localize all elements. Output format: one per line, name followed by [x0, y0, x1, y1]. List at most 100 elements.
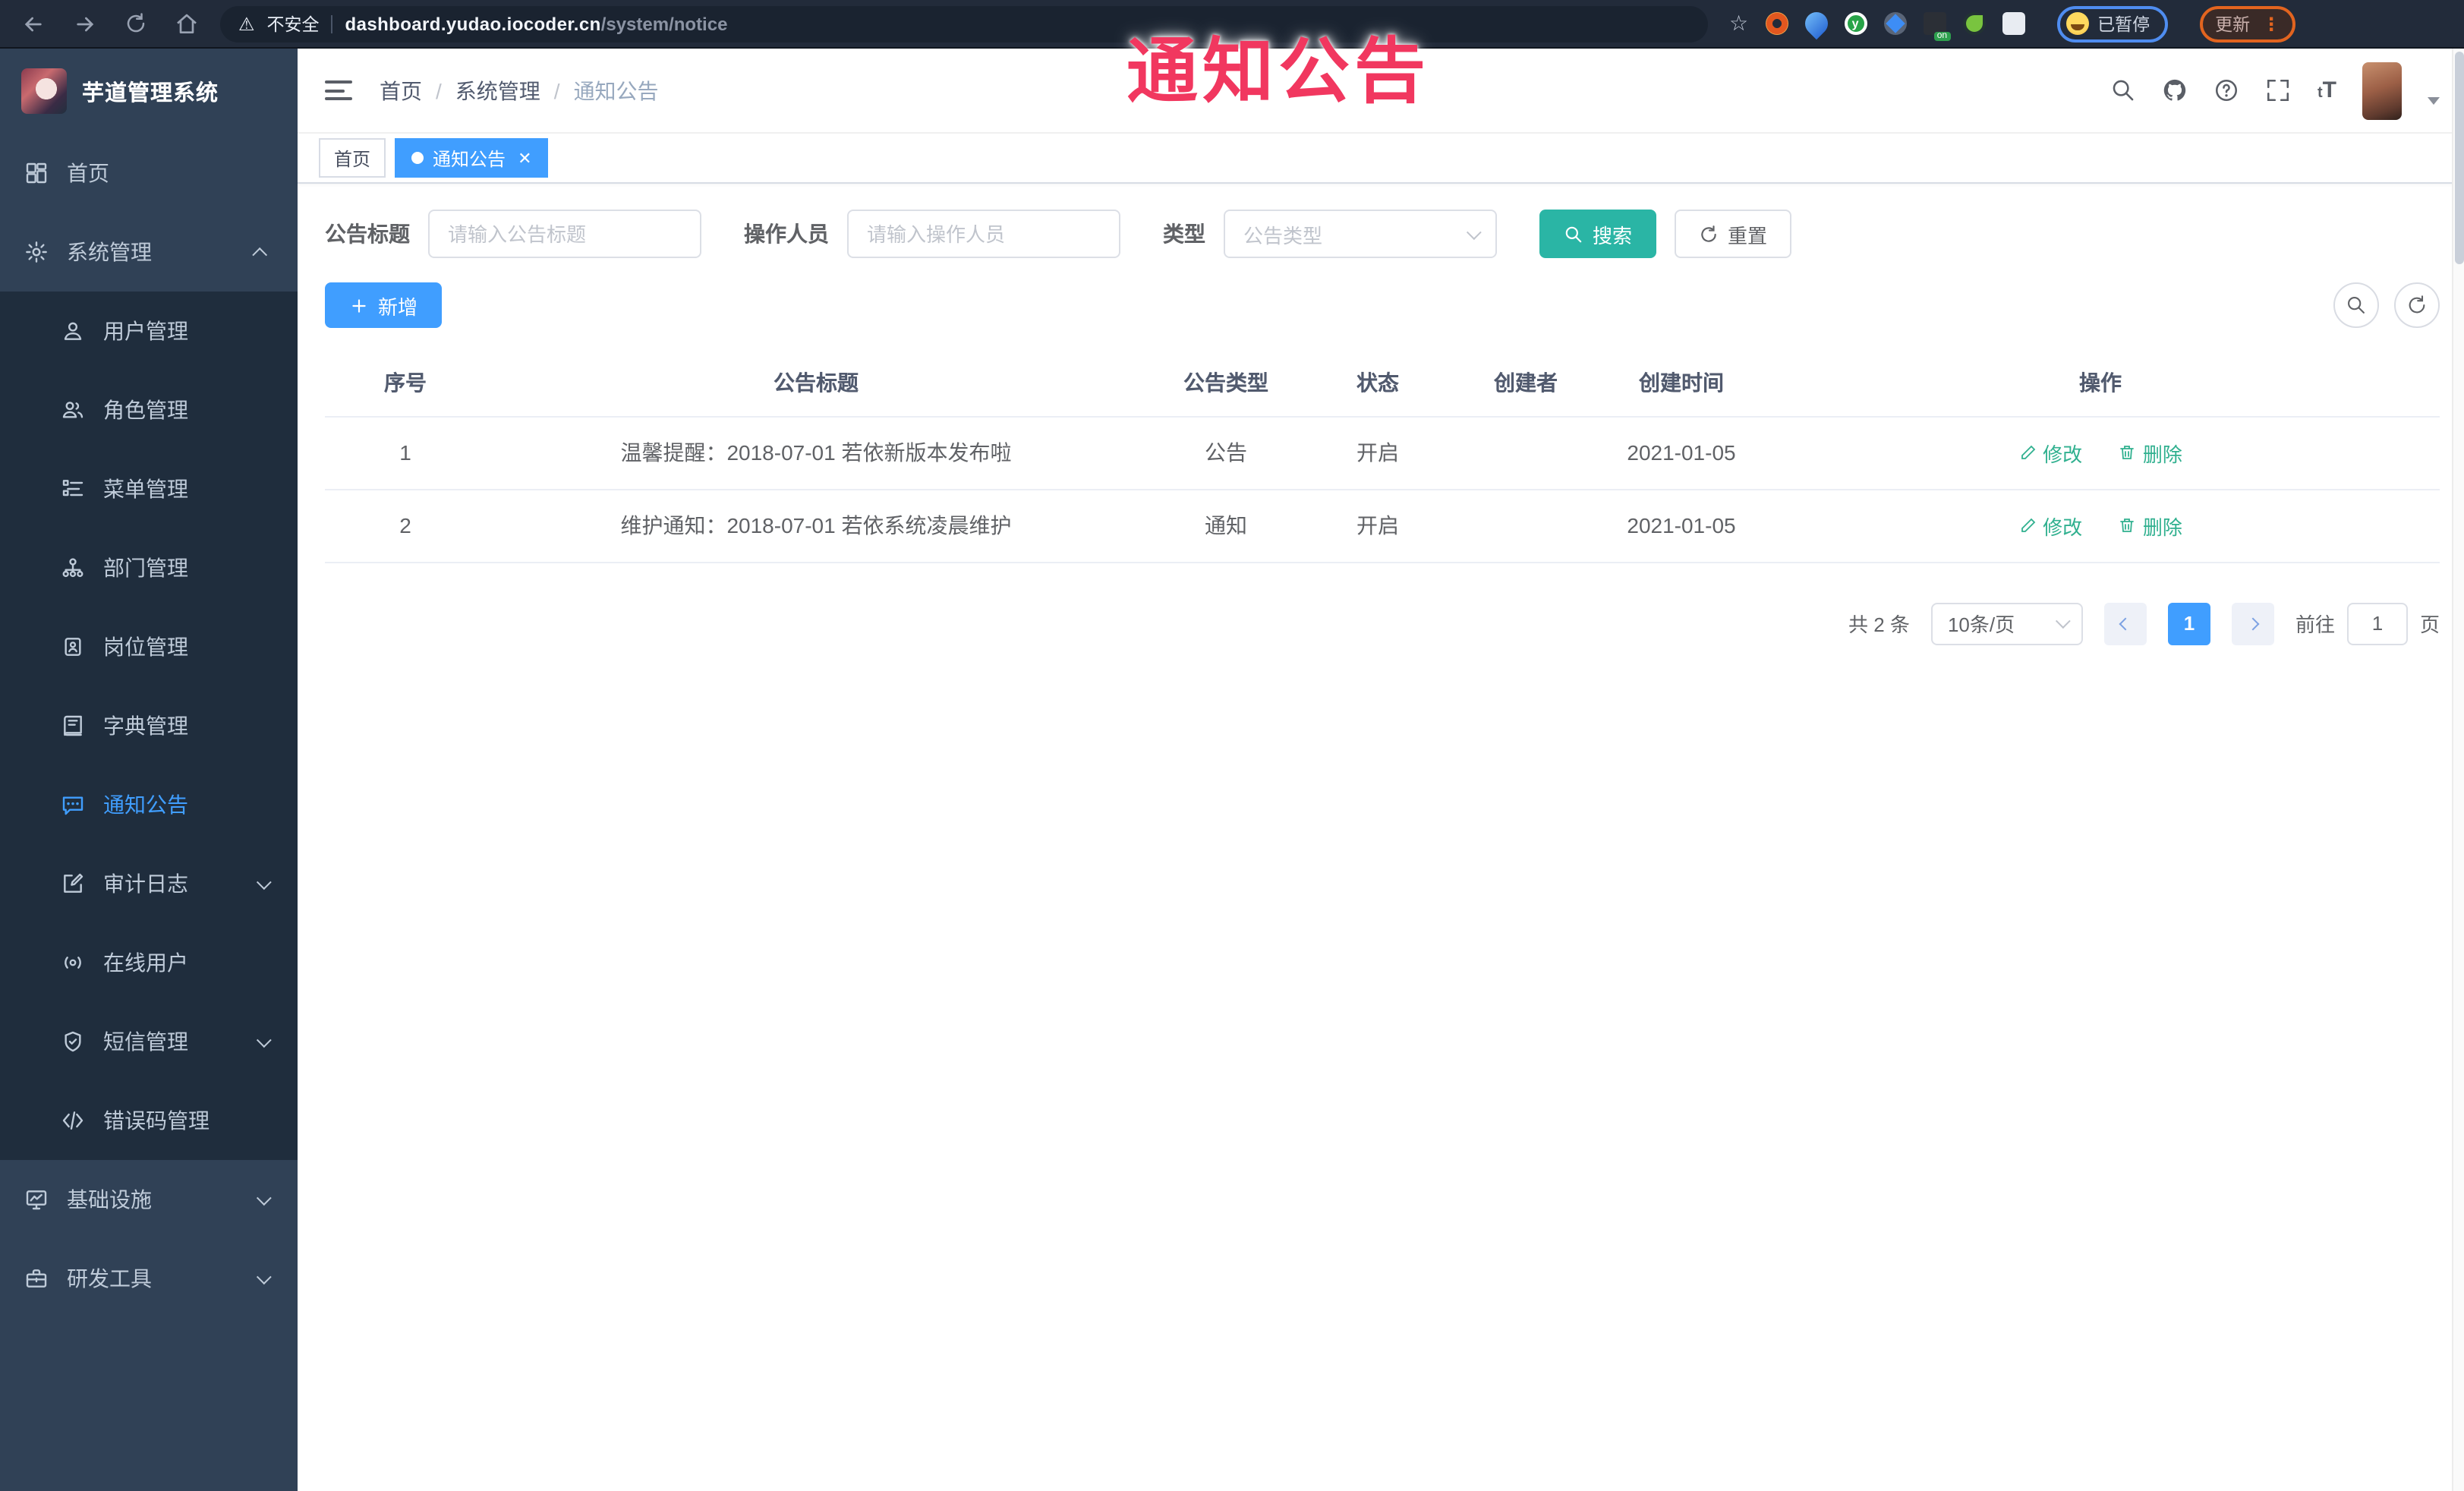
breadcrumb-current: 通知公告	[573, 78, 659, 102]
close-icon[interactable]: ✕	[518, 148, 531, 168]
sidebar-item-system[interactable]: 系统管理	[0, 213, 298, 292]
add-button[interactable]: 新增	[325, 282, 443, 328]
sidebar-toggle-icon[interactable]	[325, 80, 352, 100]
forward-icon[interactable]	[73, 11, 97, 36]
sidebar-item-departments[interactable]: 部门管理	[0, 528, 298, 607]
sidebar-item-label: 角色管理	[103, 398, 188, 422]
extension-blue-pin-icon[interactable]	[1799, 7, 1832, 40]
url-path[interactable]: /system/notice	[601, 13, 728, 34]
refresh-button[interactable]	[2394, 282, 2440, 328]
org-tree-icon	[61, 556, 85, 580]
table-toolbar: 新增	[325, 282, 2440, 328]
col-create-time: 创建时间	[1602, 349, 1761, 417]
app-logo-row[interactable]: 芋道管理系统	[0, 49, 298, 134]
tags-view-bar: 首页 通知公告 ✕	[298, 134, 2464, 184]
toggle-search-button[interactable]	[2333, 282, 2379, 328]
screen: ⚠ 不安全 dashboard.yudao.iocoder.cn/system/…	[0, 0, 2464, 1491]
sidebar-item-label: 通知公告	[103, 793, 188, 817]
warning-triangle-icon[interactable]: ⚠	[238, 13, 255, 34]
delete-link[interactable]: 删除	[2119, 438, 2182, 467]
sidebar-item-users[interactable]: 用户管理	[0, 292, 298, 370]
github-icon[interactable]	[2163, 77, 2188, 103]
sidebar-item-label: 岗位管理	[103, 635, 188, 659]
sidebar-item-label: 首页	[67, 161, 109, 185]
page-size-select[interactable]: 10条/页	[1930, 602, 2083, 645]
sidebar-item-home[interactable]: 首页	[0, 134, 298, 213]
tab-notice[interactable]: 通知公告 ✕	[395, 138, 549, 178]
book-icon	[61, 714, 85, 738]
caret-down-icon[interactable]	[2428, 97, 2440, 105]
sidebar-item-posts[interactable]: 岗位管理	[0, 607, 298, 686]
table-row[interactable]: 2 维护通知：2018-07-01 若依系统凌晨维护 通知 开启 2021-01…	[325, 489, 2440, 563]
current-page[interactable]: 1	[2167, 602, 2210, 645]
sidebar-item-notice[interactable]: 通知公告	[0, 765, 298, 844]
browser-profile[interactable]: 已暂停	[2056, 5, 2169, 42]
navbar-actions: tT	[2111, 61, 2440, 119]
sidebar-item-online-users[interactable]: 在线用户	[0, 923, 298, 1002]
extensions-puzzle-icon[interactable]	[2002, 12, 2025, 35]
security-label[interactable]: 不安全	[267, 11, 320, 36]
breadcrumb-home[interactable]: 首页	[380, 75, 422, 106]
sidebar: 芋道管理系统 首页 系统管理 用户管理 角色管理 菜单管理 部门管理 岗位管理 …	[0, 49, 298, 1491]
notice-type-select[interactable]: 公告类型	[1224, 210, 1497, 258]
address-bar[interactable]: ⚠ 不安全 dashboard.yudao.iocoder.cn/system/…	[220, 5, 1708, 42]
reset-button[interactable]: 重置	[1675, 210, 1792, 258]
update-label: 更新	[2215, 16, 2251, 34]
page-suffix: 页	[2419, 613, 2440, 636]
user-icon	[61, 319, 85, 343]
search-icon[interactable]	[2111, 77, 2137, 103]
profile-emoji-icon	[2065, 12, 2089, 35]
sidebar-item-sms[interactable]: 短信管理	[0, 1002, 298, 1081]
scrollbar-thumb[interactable]	[2455, 52, 2464, 264]
cell-no: 2	[325, 489, 486, 563]
sidebar-item-menus[interactable]: 菜单管理	[0, 449, 298, 528]
browser-update-button[interactable]: 更新 ⋮	[2200, 5, 2296, 42]
edit-link[interactable]: 修改	[2018, 438, 2082, 467]
browser-bar: ⚠ 不安全 dashboard.yudao.iocoder.cn/system/…	[0, 0, 2464, 49]
font-size-icon[interactable]: tT	[2317, 77, 2336, 103]
home-icon[interactable]	[175, 11, 199, 36]
divider	[331, 14, 333, 33]
extension-green-y-icon[interactable]: y	[1844, 12, 1867, 35]
user-avatar[interactable]	[2362, 61, 2402, 119]
goto-page-input[interactable]	[2346, 602, 2408, 645]
fullscreen-icon[interactable]	[2266, 77, 2292, 103]
tab-home[interactable]: 首页	[319, 138, 386, 178]
cell-creator	[1450, 416, 1602, 490]
sidebar-item-roles[interactable]: 角色管理	[0, 370, 298, 449]
operator-input[interactable]	[847, 210, 1120, 258]
chevron-down-icon	[256, 1190, 272, 1206]
extension-on-badge-icon[interactable]	[1923, 12, 1951, 41]
sidebar-item-error-codes[interactable]: 错误码管理	[0, 1081, 298, 1160]
sidebar-item-dict[interactable]: 字典管理	[0, 686, 298, 765]
sidebar-item-label: 短信管理	[103, 1029, 188, 1054]
url-host[interactable]: dashboard.yudao.iocoder.cn	[345, 13, 601, 34]
prev-page-button[interactable]	[2103, 602, 2147, 645]
help-icon[interactable]	[2214, 77, 2240, 103]
page-scrollbar[interactable]	[2452, 49, 2464, 1491]
next-page-button[interactable]	[2231, 602, 2274, 645]
search-button[interactable]: 搜索	[1539, 210, 1657, 258]
extension-blue-diamond-icon[interactable]	[1883, 12, 1907, 35]
sidebar-item-devtools[interactable]: 研发工具	[0, 1239, 298, 1318]
app-title: 芋道管理系统	[82, 81, 219, 106]
extension-orange-ring-icon[interactable]	[1765, 12, 1788, 35]
breadcrumb-system[interactable]: 系统管理	[455, 75, 540, 106]
sidebar-item-audit-log[interactable]: 审计日志	[0, 844, 298, 923]
reload-icon[interactable]	[124, 12, 147, 35]
cell-status: 开启	[1306, 416, 1450, 490]
profile-status-label: 已暂停	[2097, 16, 2150, 34]
top-navbar: 首页 / 系统管理 / 通知公告 tT	[298, 49, 2464, 134]
extension-green-leaf-icon[interactable]	[1962, 12, 1986, 35]
sidebar-item-infrastructure[interactable]: 基础设施	[0, 1160, 298, 1239]
edit-link[interactable]: 修改	[2018, 511, 2082, 540]
menu-dots-icon[interactable]: ⋮	[2262, 14, 2280, 33]
table-row[interactable]: 1 温馨提醒：2018-07-01 若依新版本发布啦 公告 开启 2021-01…	[325, 416, 2440, 490]
bookmark-star-icon[interactable]: ☆	[1729, 11, 1748, 36]
notice-title-input[interactable]	[428, 210, 701, 258]
toolbox-icon	[24, 1266, 49, 1291]
back-icon[interactable]	[21, 11, 46, 36]
browser-nav	[0, 11, 220, 36]
delete-link[interactable]: 删除	[2119, 511, 2182, 540]
type-label: 类型	[1163, 222, 1205, 246]
